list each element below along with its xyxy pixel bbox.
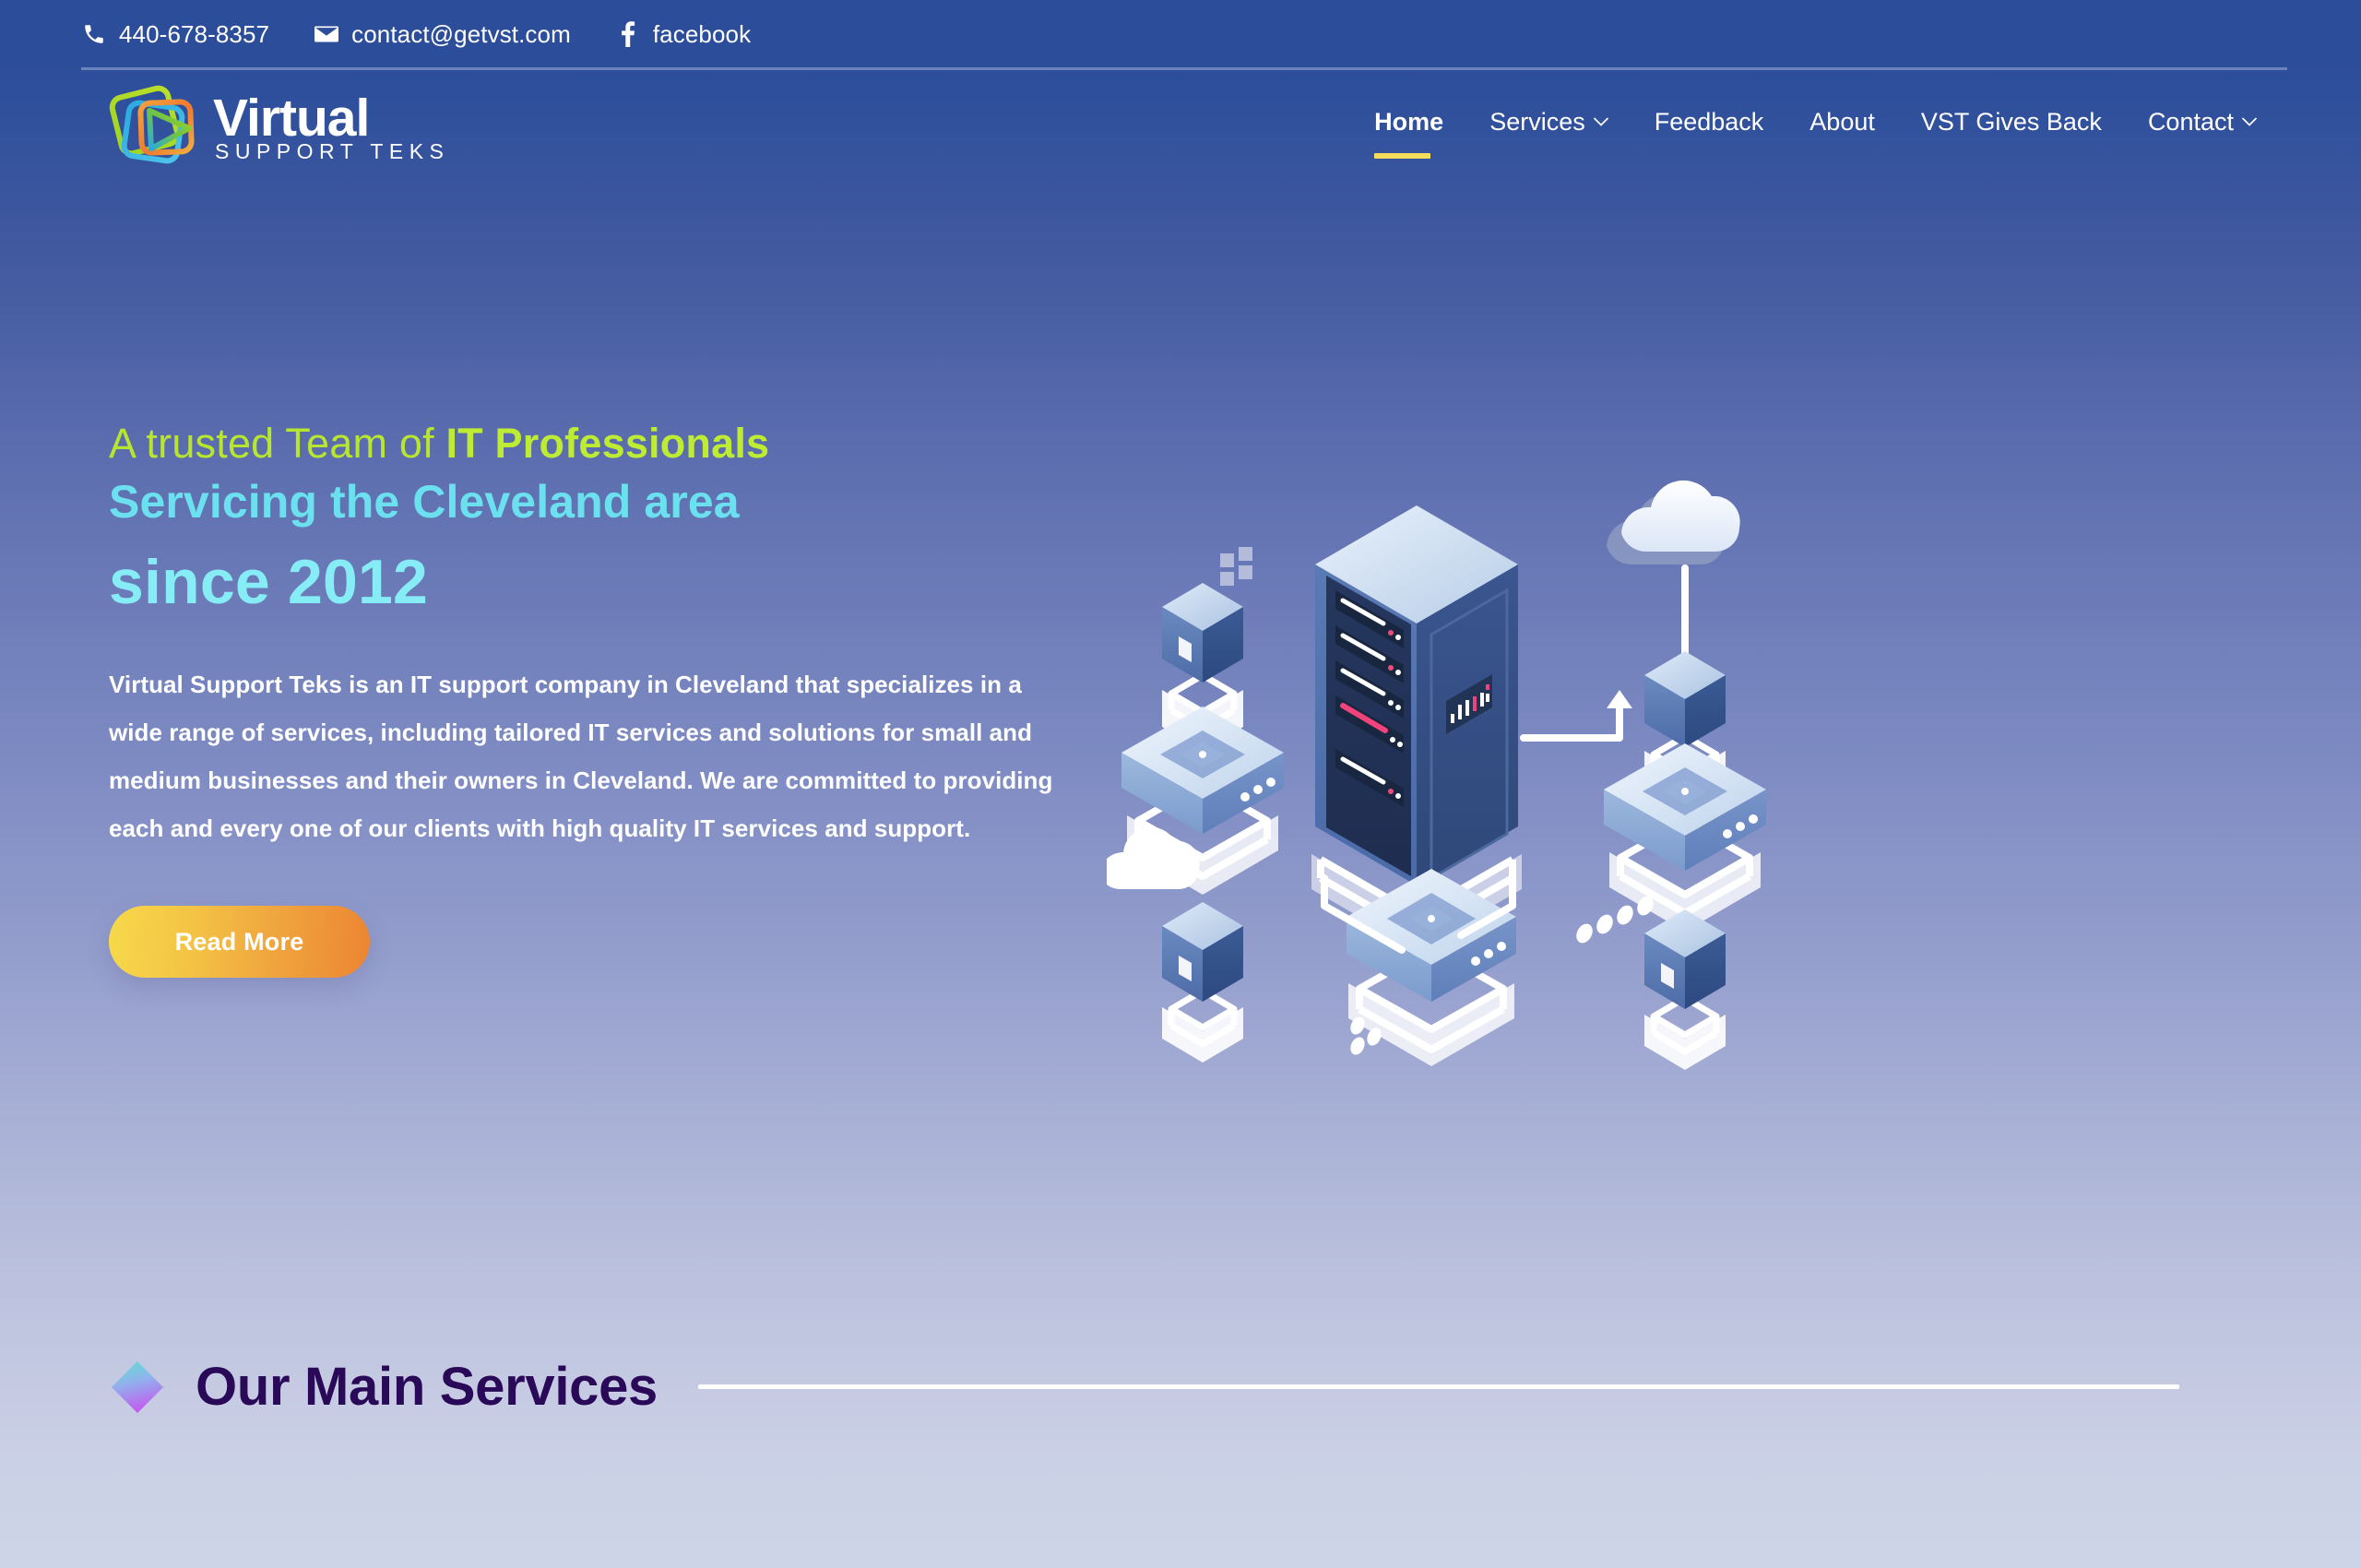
topbar-email-label: contact@getvst.com [351,19,571,48]
nav-item-about-label: About [1809,107,1875,136]
nav-item-home-label: Home [1374,107,1444,136]
nav-item-contact[interactable]: Contact [2125,108,2280,137]
chevron-down-icon [2242,117,2257,126]
hero-headline-line2: Servicing the Cleveland area [109,475,740,528]
topbar-email-link[interactable]: contact@getvst.com [314,20,571,49]
hero-section: A trusted Team of IT Professionals Servi… [0,179,2361,1323]
nav-item-services[interactable]: Services [1466,108,1631,137]
cloud-right [1607,480,1740,564]
services-title-rule [698,1384,2180,1389]
svg-text:SUPPORT TEKS: SUPPORT TEKS [215,139,447,163]
phone-icon [81,21,107,47]
nav-active-underline [1374,152,1431,159]
nav-item-home[interactable]: Home [1351,107,1466,159]
connection-arrow-rack-to-cube [1520,690,1632,742]
cube-right-lower [1644,909,1726,1070]
nav-item-feedback[interactable]: Feedback [1631,108,1787,137]
nav-item-services-label: Services [1489,107,1585,136]
top-contact-bar: 440-678-8357 contact@getvst.com facebook [0,0,2361,70]
nav-item-feedback-label: Feedback [1654,107,1764,136]
envelope-icon [314,21,339,47]
facebook-icon [615,21,641,47]
hero-paragraph: Virtual Support Teks is an IT support co… [109,671,1053,842]
topbar-phone-link[interactable]: 440-678-8357 [81,20,269,49]
cube-left-lower [1162,902,1243,1063]
services-section-header: Our Main Services [109,1356,2258,1418]
hero-eyebrow-plain: A trusted Team of [109,420,446,467]
hero-eyebrow-bold: IT Professionals [445,420,770,467]
hero-text-block: A trusted Team of IT Professionals Servi… [109,421,1123,978]
topbar-facebook-link[interactable]: facebook [615,20,751,49]
cloud-left [1107,826,1200,889]
switch-right [1604,743,1766,932]
pixel-dots-top [1220,547,1252,586]
nav-item-vst-gives-back[interactable]: VST Gives Back [1898,108,2125,137]
diamond-icon [109,1359,166,1416]
hero-eyebrow: A trusted Team of IT Professionals [109,421,1123,467]
site-logo[interactable]: Virtual SUPPORT TEKS [106,77,447,170]
site-header: Virtual SUPPORT TEKS Home Services Feedb… [0,68,2361,179]
topbar-phone-label: 440-678-8357 [119,19,270,48]
nav-item-contact-label: Contact [2147,107,2234,136]
hero-headline-line3: since 2012 [109,547,429,617]
main-navigation: Home Services Feedback About VST Gives B… [1351,107,2280,159]
nav-item-about[interactable]: About [1786,108,1898,137]
hero-illustration [1107,472,1771,1081]
topbar-facebook-label: facebook [652,19,752,48]
chevron-down-icon [1593,117,1608,126]
logo-graphic: Virtual SUPPORT TEKS [109,85,447,164]
services-section-title: Our Main Services [196,1357,658,1417]
nav-item-vst-gives-back-label: VST Gives Back [1920,107,2102,136]
read-more-button[interactable]: Read More [109,906,370,978]
